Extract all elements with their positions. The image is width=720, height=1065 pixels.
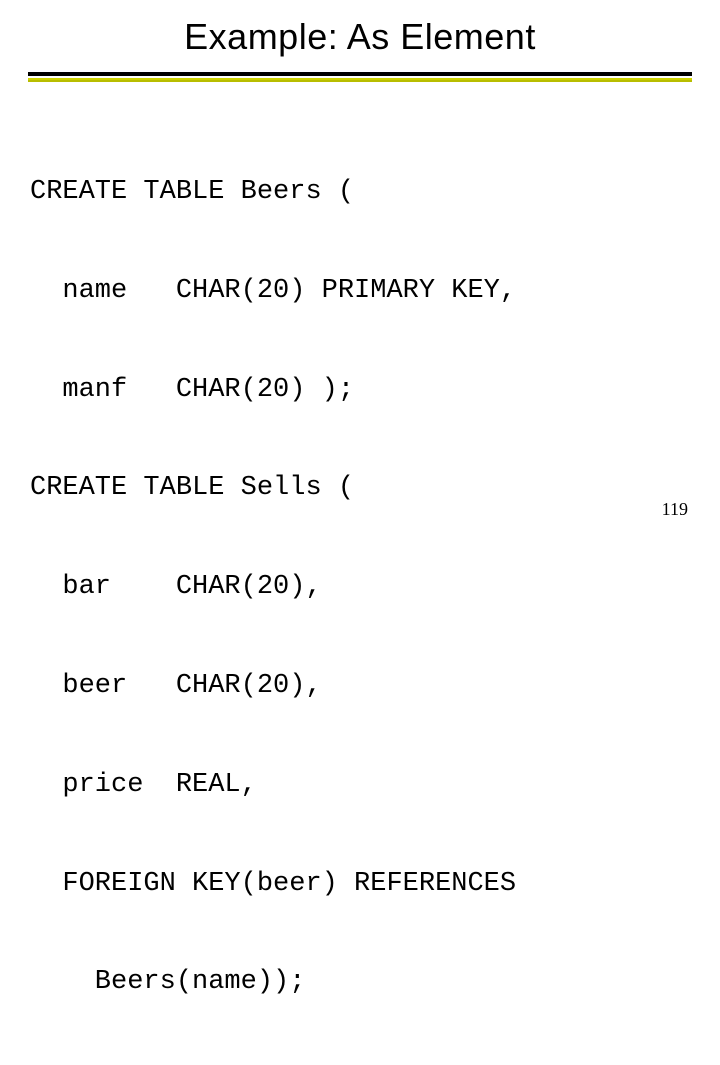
rule-accent [28, 78, 692, 82]
code-line: beer CHAR(20), [30, 670, 692, 703]
code-line: CREATE TABLE Beers ( [30, 176, 692, 209]
code-block: CREATE TABLE Beers ( name CHAR(20) PRIMA… [28, 110, 692, 1065]
title-rule [28, 72, 692, 82]
code-line: manf CHAR(20) ); [30, 374, 692, 407]
rule-black [28, 72, 692, 76]
page-number: 119 [662, 499, 688, 520]
slide: Example: As Element CREATE TABLE Beers (… [0, 0, 720, 540]
code-line: Beers(name)); [30, 966, 692, 999]
slide-title: Example: As Element [28, 16, 692, 58]
code-line: bar CHAR(20), [30, 571, 692, 604]
code-line: FOREIGN KEY(beer) REFERENCES [30, 868, 692, 901]
code-line: CREATE TABLE Sells ( [30, 472, 692, 505]
code-line: name CHAR(20) PRIMARY KEY, [30, 275, 692, 308]
code-line: price REAL, [30, 769, 692, 802]
